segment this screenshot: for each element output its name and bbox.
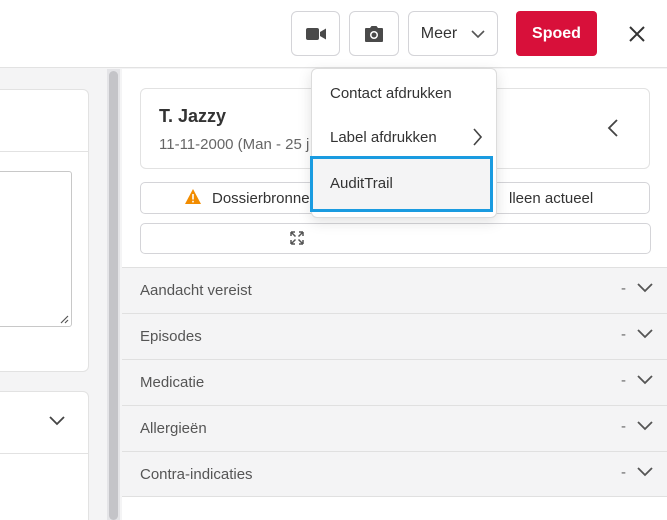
chevron-down-icon (471, 29, 485, 38)
meer-label: Meer (420, 24, 458, 42)
dossier-filter-label: lleen actueel (509, 190, 594, 207)
video-icon (305, 27, 326, 40)
close-button[interactable] (622, 19, 652, 49)
card-divider (0, 453, 88, 454)
section-label: Aandacht vereist (140, 282, 252, 299)
section-medicatie[interactable]: Medicatie - (122, 359, 667, 405)
section-count: - (621, 418, 626, 435)
chevron-left-icon[interactable] (607, 119, 619, 137)
chevron-down-icon (637, 283, 653, 293)
section-count: - (621, 326, 626, 343)
camera-button[interactable] (349, 11, 399, 56)
section-allergieen[interactable]: Allergieën - (122, 405, 667, 451)
expand-icon (290, 231, 304, 245)
left-card (0, 89, 89, 372)
chevron-down-icon[interactable] (49, 416, 65, 426)
notes-textarea[interactable] (0, 171, 72, 327)
scrollbar[interactable] (107, 69, 120, 520)
section-episodes[interactable]: Episodes - (122, 313, 667, 359)
left-card-collapsible (0, 391, 89, 520)
top-bar: Meer Spoed (0, 0, 667, 68)
chevron-down-icon (637, 329, 653, 339)
expand-button[interactable] (140, 223, 651, 254)
chevron-down-icon (637, 467, 653, 477)
scrollbar-thumb[interactable] (109, 71, 118, 520)
dossier-label: Dossierbronne (212, 190, 310, 207)
section-count: - (621, 464, 626, 481)
section-label: Allergieën (140, 420, 207, 437)
menu-item-contact-afdrukken[interactable]: Contact afdrukken (312, 71, 498, 115)
section-label: Contra-indicaties (140, 466, 253, 483)
section-label: Episodes (140, 328, 202, 345)
spoed-button[interactable]: Spoed (516, 11, 597, 56)
menu-item-audittrail[interactable]: AuditTrail (310, 156, 493, 212)
section-count: - (621, 372, 626, 389)
menu-item-label-afdrukken[interactable]: Label afdrukken (312, 115, 498, 159)
chevron-down-icon (637, 375, 653, 385)
warning-icon (185, 189, 201, 204)
left-pane (0, 69, 107, 520)
section-label: Medicatie (140, 374, 205, 391)
spoed-label: Spoed (532, 24, 581, 42)
close-icon (629, 26, 645, 42)
camera-icon (365, 25, 383, 42)
patient-dob: 11-11-2000 (Man - 25 j (159, 136, 310, 153)
section-contra-indicaties[interactable]: Contra-indicaties - (122, 451, 667, 497)
card-divider (0, 151, 88, 152)
menu-item-label: AuditTrail (330, 175, 393, 192)
menu-item-label: Contact afdrukken (330, 85, 452, 102)
video-call-button[interactable] (291, 11, 340, 56)
chevron-right-icon (473, 128, 482, 146)
meer-menu-button[interactable]: Meer (408, 11, 498, 56)
section-aandacht-vereist[interactable]: Aandacht vereist - (122, 267, 667, 313)
patient-name: T. Jazzy (159, 106, 227, 126)
resize-grip-icon[interactable] (60, 315, 69, 324)
section-count: - (621, 280, 626, 297)
menu-item-label: Label afdrukken (330, 129, 437, 146)
chevron-down-icon (637, 421, 653, 431)
